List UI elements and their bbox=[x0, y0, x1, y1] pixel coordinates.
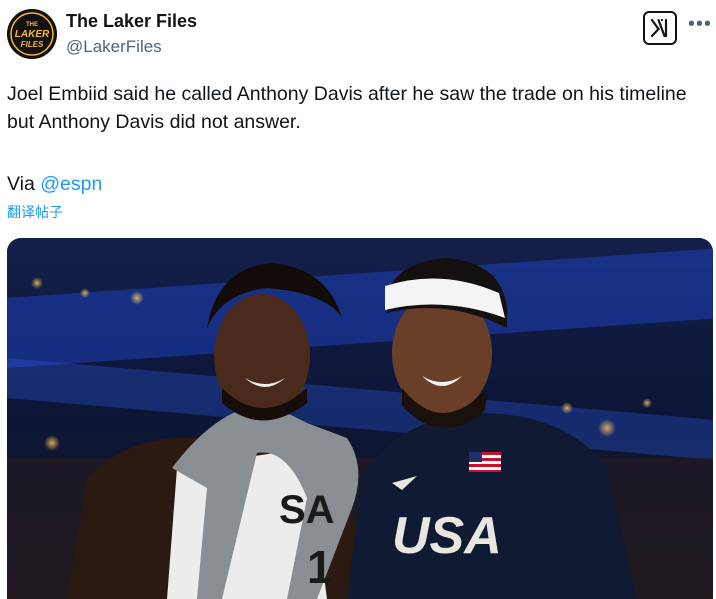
avatar[interactable]: THE LAKER FILES bbox=[7, 9, 57, 59]
left-jersey-number: 1 bbox=[307, 541, 333, 593]
translate-post-link[interactable]: 翻译帖子 bbox=[7, 202, 63, 222]
author-handle[interactable]: @LakerFiles bbox=[66, 37, 162, 57]
x-logo-icon bbox=[650, 18, 668, 38]
x-logo-button[interactable] bbox=[643, 11, 677, 45]
tweet-text: Joel Embiid said he called Anthony Davis… bbox=[7, 83, 687, 133]
avatar-text-line-2: LAKER bbox=[15, 29, 50, 40]
more-options-icon[interactable]: ••• bbox=[688, 13, 712, 36]
via-label: Via bbox=[7, 173, 35, 195]
right-jersey-text: USA bbox=[392, 507, 502, 565]
basketball-players-photo: SA 1 USA bbox=[7, 238, 713, 599]
espn-mention-link[interactable]: @espn bbox=[40, 173, 102, 195]
tweet-photo[interactable]: SA 1 USA bbox=[7, 238, 713, 599]
avatar-text-line-3: FILES bbox=[21, 40, 44, 49]
flag-icon bbox=[469, 452, 501, 472]
tweet-via: Via @espn bbox=[7, 171, 102, 197]
left-jersey-text: SA bbox=[279, 488, 335, 532]
avatar-text-line-1: THE bbox=[26, 22, 38, 28]
author-name[interactable]: The Laker Files bbox=[66, 11, 197, 32]
